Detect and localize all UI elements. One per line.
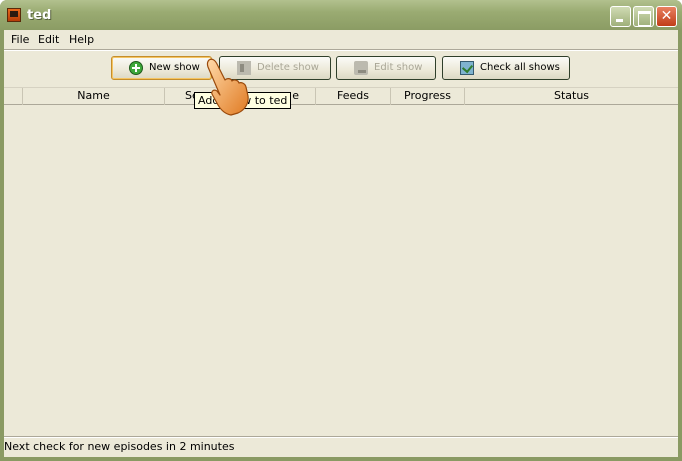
- column-header-feeds[interactable]: Feeds: [316, 88, 391, 105]
- check-all-shows-label: Check all shows: [480, 62, 560, 73]
- table-header: Name Se e Feeds Progress Status: [4, 87, 678, 105]
- status-bar: Next check for new episodes in 2 minutes: [4, 440, 235, 453]
- new-show-label: New show: [149, 62, 200, 73]
- edit-show-button[interactable]: Edit show: [336, 56, 436, 80]
- edit-show-label: Edit show: [374, 62, 423, 73]
- menu-file[interactable]: File: [11, 33, 29, 46]
- status-separator: [4, 436, 678, 438]
- add-icon: [129, 61, 143, 75]
- app-window: ted ✕ File Edit Help New show Delete sho…: [0, 0, 682, 461]
- menu-separator: [4, 49, 678, 51]
- column-header-status[interactable]: Status: [465, 88, 678, 105]
- hand-cursor-icon: [206, 58, 249, 116]
- window-title: ted: [27, 8, 52, 23]
- shows-table-body[interactable]: [4, 105, 678, 435]
- new-show-button[interactable]: New show: [111, 56, 212, 80]
- minimize-button[interactable]: [610, 6, 631, 27]
- app-icon[interactable]: [7, 8, 21, 22]
- client-area: File Edit Help New show Delete show Edit…: [4, 30, 678, 457]
- check-icon: [460, 61, 474, 75]
- check-all-shows-button[interactable]: Check all shows: [442, 56, 570, 80]
- maximize-button[interactable]: [633, 6, 654, 27]
- delete-show-label: Delete show: [257, 62, 319, 73]
- close-icon: ✕: [660, 8, 673, 24]
- menu-bar: File Edit Help: [4, 30, 678, 49]
- edit-icon: [354, 61, 368, 75]
- menu-help[interactable]: Help: [69, 33, 94, 46]
- close-button[interactable]: ✕: [656, 6, 677, 27]
- column-header-progress[interactable]: Progress: [391, 88, 465, 105]
- column-header-name[interactable]: Name: [23, 88, 165, 105]
- menu-edit[interactable]: Edit: [38, 33, 59, 46]
- column-header-blank[interactable]: [4, 88, 23, 105]
- title-bar[interactable]: ted ✕: [0, 0, 682, 30]
